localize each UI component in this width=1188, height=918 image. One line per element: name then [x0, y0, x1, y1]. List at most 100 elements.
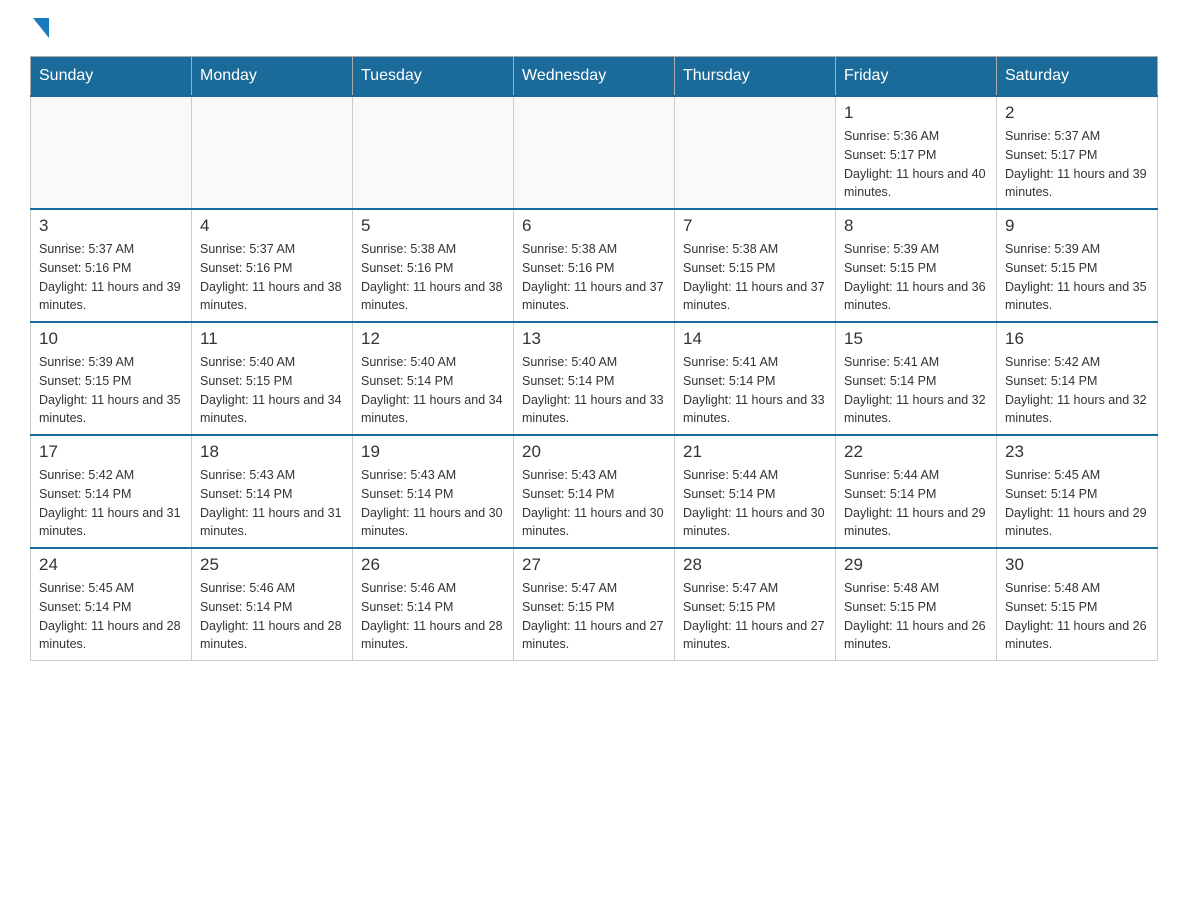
calendar-cell: 10 Sunrise: 5:39 AMSunset: 5:15 PMDayligh…	[31, 322, 192, 435]
calendar-cell: 2 Sunrise: 5:37 AMSunset: 5:17 PMDaylight…	[997, 96, 1158, 209]
day-number: 26	[361, 555, 505, 575]
calendar-cell: 16 Sunrise: 5:42 AMSunset: 5:14 PMDayligh…	[997, 322, 1158, 435]
calendar-cell	[353, 96, 514, 209]
day-number: 25	[200, 555, 344, 575]
day-number: 12	[361, 329, 505, 349]
sun-info: Sunrise: 5:46 AMSunset: 5:14 PMDaylight:…	[361, 579, 505, 654]
calendar-header-wednesday: Wednesday	[514, 57, 675, 97]
day-number: 15	[844, 329, 988, 349]
day-number: 19	[361, 442, 505, 462]
day-number: 27	[522, 555, 666, 575]
calendar-header-row: SundayMondayTuesdayWednesdayThursdayFrid…	[31, 57, 1158, 97]
sun-info: Sunrise: 5:43 AMSunset: 5:14 PMDaylight:…	[200, 466, 344, 541]
day-number: 24	[39, 555, 183, 575]
page-header	[30, 20, 1158, 36]
calendar-cell	[675, 96, 836, 209]
calendar-cell: 1 Sunrise: 5:36 AMSunset: 5:17 PMDaylight…	[836, 96, 997, 209]
day-number: 20	[522, 442, 666, 462]
sun-info: Sunrise: 5:44 AMSunset: 5:14 PMDaylight:…	[683, 466, 827, 541]
sun-info: Sunrise: 5:46 AMSunset: 5:14 PMDaylight:…	[200, 579, 344, 654]
day-number: 7	[683, 216, 827, 236]
sun-info: Sunrise: 5:37 AMSunset: 5:17 PMDaylight:…	[1005, 127, 1149, 202]
sun-info: Sunrise: 5:38 AMSunset: 5:16 PMDaylight:…	[522, 240, 666, 315]
sun-info: Sunrise: 5:43 AMSunset: 5:14 PMDaylight:…	[522, 466, 666, 541]
calendar-cell: 20 Sunrise: 5:43 AMSunset: 5:14 PMDayligh…	[514, 435, 675, 548]
sun-info: Sunrise: 5:38 AMSunset: 5:16 PMDaylight:…	[361, 240, 505, 315]
sun-info: Sunrise: 5:45 AMSunset: 5:14 PMDaylight:…	[1005, 466, 1149, 541]
calendar-cell: 17 Sunrise: 5:42 AMSunset: 5:14 PMDayligh…	[31, 435, 192, 548]
calendar-cell: 28Sunrise: 5:47 AMSunset: 5:15 PMDayligh…	[675, 548, 836, 661]
calendar-header-friday: Friday	[836, 57, 997, 97]
calendar-cell: 25 Sunrise: 5:46 AMSunset: 5:14 PMDayligh…	[192, 548, 353, 661]
calendar-header-tuesday: Tuesday	[353, 57, 514, 97]
week-row-2: 3 Sunrise: 5:37 AMSunset: 5:16 PMDaylight…	[31, 209, 1158, 322]
day-number: 16	[1005, 329, 1149, 349]
week-row-1: 1 Sunrise: 5:36 AMSunset: 5:17 PMDaylight…	[31, 96, 1158, 209]
calendar-cell: 8 Sunrise: 5:39 AMSunset: 5:15 PMDaylight…	[836, 209, 997, 322]
calendar-cell: 4 Sunrise: 5:37 AMSunset: 5:16 PMDaylight…	[192, 209, 353, 322]
sun-info: Sunrise: 5:45 AMSunset: 5:14 PMDaylight:…	[39, 579, 183, 654]
day-number: 8	[844, 216, 988, 236]
calendar-cell: 22 Sunrise: 5:44 AMSunset: 5:14 PMDayligh…	[836, 435, 997, 548]
sun-info: Sunrise: 5:42 AMSunset: 5:14 PMDaylight:…	[39, 466, 183, 541]
day-number: 2	[1005, 103, 1149, 123]
logo-triangle-icon	[33, 18, 49, 38]
calendar-cell: 30 Sunrise: 5:48 AMSunset: 5:15 PMDayligh…	[997, 548, 1158, 661]
day-number: 3	[39, 216, 183, 236]
calendar-table: SundayMondayTuesdayWednesdayThursdayFrid…	[30, 56, 1158, 661]
sun-info: Sunrise: 5:47 AMSunset: 5:15 PMDaylight:…	[683, 579, 827, 654]
calendar-cell: 9 Sunrise: 5:39 AMSunset: 5:15 PMDaylight…	[997, 209, 1158, 322]
day-number: 22	[844, 442, 988, 462]
calendar-header-monday: Monday	[192, 57, 353, 97]
sun-info: Sunrise: 5:39 AMSunset: 5:15 PMDaylight:…	[39, 353, 183, 428]
sun-info: Sunrise: 5:39 AMSunset: 5:15 PMDaylight:…	[844, 240, 988, 315]
day-number: 6	[522, 216, 666, 236]
sun-info: Sunrise: 5:48 AMSunset: 5:15 PMDaylight:…	[1005, 579, 1149, 654]
sun-info: Sunrise: 5:36 AMSunset: 5:17 PMDaylight:…	[844, 127, 988, 202]
calendar-cell: 5 Sunrise: 5:38 AMSunset: 5:16 PMDaylight…	[353, 209, 514, 322]
sun-info: Sunrise: 5:39 AMSunset: 5:15 PMDaylight:…	[1005, 240, 1149, 315]
calendar-cell: 24 Sunrise: 5:45 AMSunset: 5:14 PMDayligh…	[31, 548, 192, 661]
day-number: 4	[200, 216, 344, 236]
sun-info: Sunrise: 5:48 AMSunset: 5:15 PMDaylight:…	[844, 579, 988, 654]
sun-info: Sunrise: 5:44 AMSunset: 5:14 PMDaylight:…	[844, 466, 988, 541]
calendar-header-saturday: Saturday	[997, 57, 1158, 97]
sun-info: Sunrise: 5:40 AMSunset: 5:14 PMDaylight:…	[361, 353, 505, 428]
calendar-cell: 19 Sunrise: 5:43 AMSunset: 5:14 PMDayligh…	[353, 435, 514, 548]
week-row-4: 17 Sunrise: 5:42 AMSunset: 5:14 PMDayligh…	[31, 435, 1158, 548]
calendar-cell: 27Sunrise: 5:47 AMSunset: 5:15 PMDayligh…	[514, 548, 675, 661]
day-number: 30	[1005, 555, 1149, 575]
sun-info: Sunrise: 5:43 AMSunset: 5:14 PMDaylight:…	[361, 466, 505, 541]
calendar-cell: 12 Sunrise: 5:40 AMSunset: 5:14 PMDayligh…	[353, 322, 514, 435]
calendar-cell: 6 Sunrise: 5:38 AMSunset: 5:16 PMDaylight…	[514, 209, 675, 322]
day-number: 13	[522, 329, 666, 349]
day-number: 29	[844, 555, 988, 575]
day-number: 14	[683, 329, 827, 349]
day-number: 23	[1005, 442, 1149, 462]
day-number: 18	[200, 442, 344, 462]
calendar-cell	[31, 96, 192, 209]
calendar-cell: 7 Sunrise: 5:38 AMSunset: 5:15 PMDaylight…	[675, 209, 836, 322]
calendar-header-sunday: Sunday	[31, 57, 192, 97]
sun-info: Sunrise: 5:37 AMSunset: 5:16 PMDaylight:…	[200, 240, 344, 315]
calendar-cell: 15Sunrise: 5:41 AMSunset: 5:14 PMDayligh…	[836, 322, 997, 435]
day-number: 21	[683, 442, 827, 462]
sun-info: Sunrise: 5:38 AMSunset: 5:15 PMDaylight:…	[683, 240, 827, 315]
calendar-cell	[192, 96, 353, 209]
week-row-5: 24 Sunrise: 5:45 AMSunset: 5:14 PMDayligh…	[31, 548, 1158, 661]
day-number: 17	[39, 442, 183, 462]
calendar-cell: 21 Sunrise: 5:44 AMSunset: 5:14 PMDayligh…	[675, 435, 836, 548]
calendar-cell: 23 Sunrise: 5:45 AMSunset: 5:14 PMDayligh…	[997, 435, 1158, 548]
week-row-3: 10 Sunrise: 5:39 AMSunset: 5:15 PMDayligh…	[31, 322, 1158, 435]
day-number: 1	[844, 103, 988, 123]
day-number: 5	[361, 216, 505, 236]
calendar-cell: 26 Sunrise: 5:46 AMSunset: 5:14 PMDayligh…	[353, 548, 514, 661]
logo	[30, 20, 49, 36]
day-number: 9	[1005, 216, 1149, 236]
calendar-cell: 3Sunrise: 5:37 AMSunset: 5:16 PMDaylight…	[31, 209, 192, 322]
calendar-cell: 18 Sunrise: 5:43 AMSunset: 5:14 PMDayligh…	[192, 435, 353, 548]
calendar-cell: 14Sunrise: 5:41 AMSunset: 5:14 PMDayligh…	[675, 322, 836, 435]
sun-info: Sunrise: 5:42 AMSunset: 5:14 PMDaylight:…	[1005, 353, 1149, 428]
day-number: 10	[39, 329, 183, 349]
calendar-cell: 29 Sunrise: 5:48 AMSunset: 5:15 PMDayligh…	[836, 548, 997, 661]
